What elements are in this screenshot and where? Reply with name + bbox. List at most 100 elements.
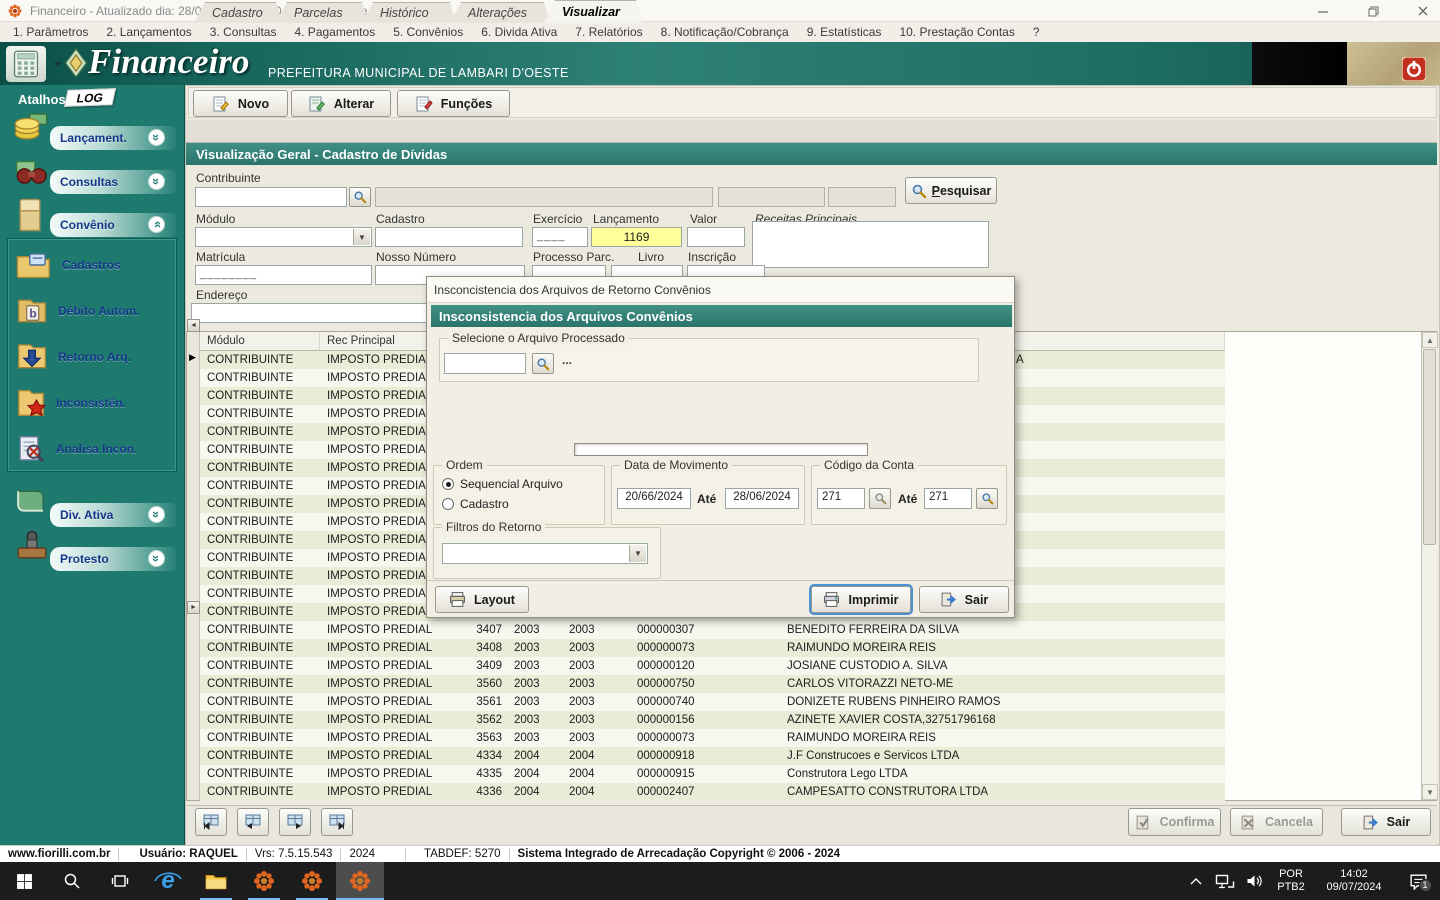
- log-tab[interactable]: LOG: [64, 88, 116, 107]
- menu-item[interactable]: 5. Convênios: [384, 25, 472, 39]
- menu-item[interactable]: 2. Lançamentos: [97, 25, 200, 39]
- volume-icon[interactable]: [1240, 862, 1270, 900]
- language-indicator[interactable]: POR PTB2: [1270, 862, 1312, 900]
- power-button[interactable]: [1402, 57, 1426, 81]
- tab-visualizar[interactable]: Visualizar: [544, 0, 642, 23]
- action-center-icon[interactable]: 1: [1396, 862, 1440, 900]
- module-select[interactable]: ▼: [195, 227, 372, 247]
- processed-file-input[interactable]: [444, 353, 526, 374]
- chevron-double-up-icon[interactable]: »: [148, 216, 165, 233]
- registry-input[interactable]: [375, 227, 523, 247]
- menu-item[interactable]: 1. Parâmetros: [4, 25, 97, 39]
- account-from-input[interactable]: 271: [817, 488, 865, 509]
- tab-historico[interactable]: Histórico: [362, 2, 456, 23]
- calculator-icon[interactable]: [6, 46, 46, 82]
- contributor-code-input[interactable]: [195, 187, 347, 207]
- new-button[interactable]: Novo: [193, 90, 288, 117]
- next-record-button[interactable]: [279, 808, 311, 836]
- grid-left-scrollbar[interactable]: [187, 332, 200, 800]
- menu-item[interactable]: 7. Relatórios: [566, 25, 651, 39]
- table-row[interactable]: CONTRIBUINTEIMPOSTO PREDIAL4336200420040…: [200, 783, 1225, 801]
- table-row[interactable]: CONTRIBUINTEIMPOSTO PREDIAL3560200320030…: [200, 675, 1225, 693]
- table-row[interactable]: CONTRIBUINTEIMPOSTO PREDIAL4334200420040…: [200, 747, 1225, 765]
- last-record-button[interactable]: [321, 808, 353, 836]
- menu-item[interactable]: 8. Notificação/Cobrança: [652, 25, 798, 39]
- clock[interactable]: 14:02 09/07/2024: [1312, 862, 1396, 900]
- column-header[interactable]: Módulo: [200, 332, 320, 350]
- date-from-input[interactable]: 20/66/2024: [617, 488, 691, 509]
- value-input[interactable]: [687, 227, 745, 247]
- previous-record-button[interactable]: [237, 808, 269, 836]
- sidebar-item-analisa-incon[interactable]: Analisa Incon.: [16, 429, 168, 469]
- scroll-down-icon[interactable]: ▼: [1422, 784, 1438, 800]
- dropdown-arrow-icon[interactable]: ▼: [629, 545, 646, 562]
- tray-chevron-icon[interactable]: [1182, 862, 1210, 900]
- functions-button[interactable]: Funções: [397, 90, 510, 117]
- page-left-icon[interactable]: ◄: [187, 319, 200, 332]
- vertical-scrollbar[interactable]: ▲ ▼: [1421, 332, 1437, 800]
- registration-input[interactable]: ________: [195, 265, 372, 285]
- account-from-search-icon[interactable]: [869, 488, 891, 509]
- status-site[interactable]: www.fiorilli.com.br: [0, 848, 118, 860]
- dialog-exit-button[interactable]: Sair: [919, 586, 1009, 613]
- radio-sequencial-arquivo[interactable]: Sequencial Arquivo: [442, 477, 563, 491]
- tab-cadastro[interactable]: Cadastro: [194, 2, 282, 23]
- app-icon-fiorilli-1[interactable]: [240, 862, 288, 900]
- file-search-icon[interactable]: [532, 353, 554, 374]
- tab-parcelas[interactable]: Parcelas: [276, 2, 368, 23]
- taskbar-search-icon[interactable]: [48, 862, 96, 900]
- menu-item[interactable]: 3. Consultas: [201, 25, 286, 39]
- menu-item[interactable]: 4. Pagamentos: [285, 25, 384, 39]
- first-record-button[interactable]: [195, 808, 227, 836]
- dropdown-arrow-icon[interactable]: ▼: [353, 229, 370, 245]
- table-row[interactable]: CONTRIBUINTEIMPOSTO PREDIAL3562200320030…: [200, 711, 1225, 729]
- network-icon[interactable]: [1210, 862, 1240, 900]
- task-view-icon[interactable]: [96, 862, 144, 900]
- tab-alteracoes[interactable]: Alterações: [450, 2, 550, 23]
- header-menu-arrow-icon[interactable]: [54, 62, 62, 67]
- restore-button[interactable]: [1356, 1, 1390, 21]
- return-filter-select[interactable]: ▼: [442, 543, 648, 564]
- edit-button[interactable]: Alterar: [291, 90, 391, 117]
- sidebar-item-debito-autom[interactable]: b Débito Autom.: [16, 291, 168, 331]
- table-row[interactable]: CONTRIBUINTEIMPOSTO PREDIAL3407200320030…: [200, 621, 1225, 639]
- date-to-input[interactable]: 28/06/2024: [725, 488, 799, 509]
- chevron-double-down-icon[interactable]: »: [148, 129, 165, 146]
- launch-input[interactable]: 1169: [591, 227, 682, 247]
- chevron-double-down-icon[interactable]: »: [148, 550, 165, 567]
- chevron-double-down-icon[interactable]: »: [148, 173, 165, 190]
- chevron-double-down-icon[interactable]: »: [148, 506, 165, 523]
- internet-explorer-icon[interactable]: e: [144, 862, 192, 900]
- sidebar-item-retorno-arq[interactable]: Retorno Arq.: [16, 337, 168, 377]
- search-button[interactable]: Pesquisar: [905, 177, 997, 204]
- menu-item[interactable]: 10. Prestação Contas: [890, 25, 1023, 39]
- layout-button[interactable]: Layout: [435, 586, 529, 613]
- sidebar-item-cadastros[interactable]: Cadastros: [16, 245, 168, 285]
- account-to-input[interactable]: 271: [924, 488, 972, 509]
- account-to-search-icon[interactable]: [976, 488, 998, 509]
- menu-item[interactable]: 9. Estatísticas: [798, 25, 891, 39]
- start-button[interactable]: [0, 862, 48, 900]
- menu-item[interactable]: ?: [1024, 25, 1049, 39]
- table-row[interactable]: CONTRIBUINTEIMPOSTO PREDIAL3561200320030…: [200, 693, 1225, 711]
- file-explorer-icon[interactable]: [192, 862, 240, 900]
- scrollbar-thumb[interactable]: [1423, 349, 1436, 545]
- minimize-button[interactable]: [1306, 1, 1340, 21]
- cancel-button[interactable]: Cancela: [1230, 808, 1323, 836]
- exercise-input[interactable]: ____: [532, 227, 588, 247]
- table-row[interactable]: CONTRIBUINTEIMPOSTO PREDIAL3409200320030…: [200, 657, 1225, 675]
- menu-item[interactable]: 6. Divida Ativa: [472, 25, 566, 39]
- confirm-button[interactable]: Confirma: [1128, 808, 1221, 836]
- page-right-icon[interactable]: ►: [187, 601, 200, 614]
- contributor-search-icon[interactable]: [349, 187, 371, 207]
- print-button[interactable]: Imprimir: [811, 586, 911, 613]
- close-button[interactable]: [1406, 1, 1440, 21]
- radio-cadastro[interactable]: Cadastro: [442, 497, 509, 511]
- table-row[interactable]: CONTRIBUINTEIMPOSTO PREDIAL3563200320030…: [200, 729, 1225, 747]
- table-row[interactable]: CONTRIBUINTEIMPOSTO PREDIAL4335200420040…: [200, 765, 1225, 783]
- dialog-titlebar[interactable]: Insconcistencia dos Arquivos de Retorno …: [427, 277, 1014, 303]
- exit-button[interactable]: Sair: [1341, 808, 1431, 836]
- app-icon-fiorilli-2[interactable]: [288, 862, 336, 900]
- app-icon-fiorilli-active[interactable]: [336, 862, 384, 900]
- sidebar-item-inconsistencias[interactable]: Inconsistên.: [16, 383, 168, 423]
